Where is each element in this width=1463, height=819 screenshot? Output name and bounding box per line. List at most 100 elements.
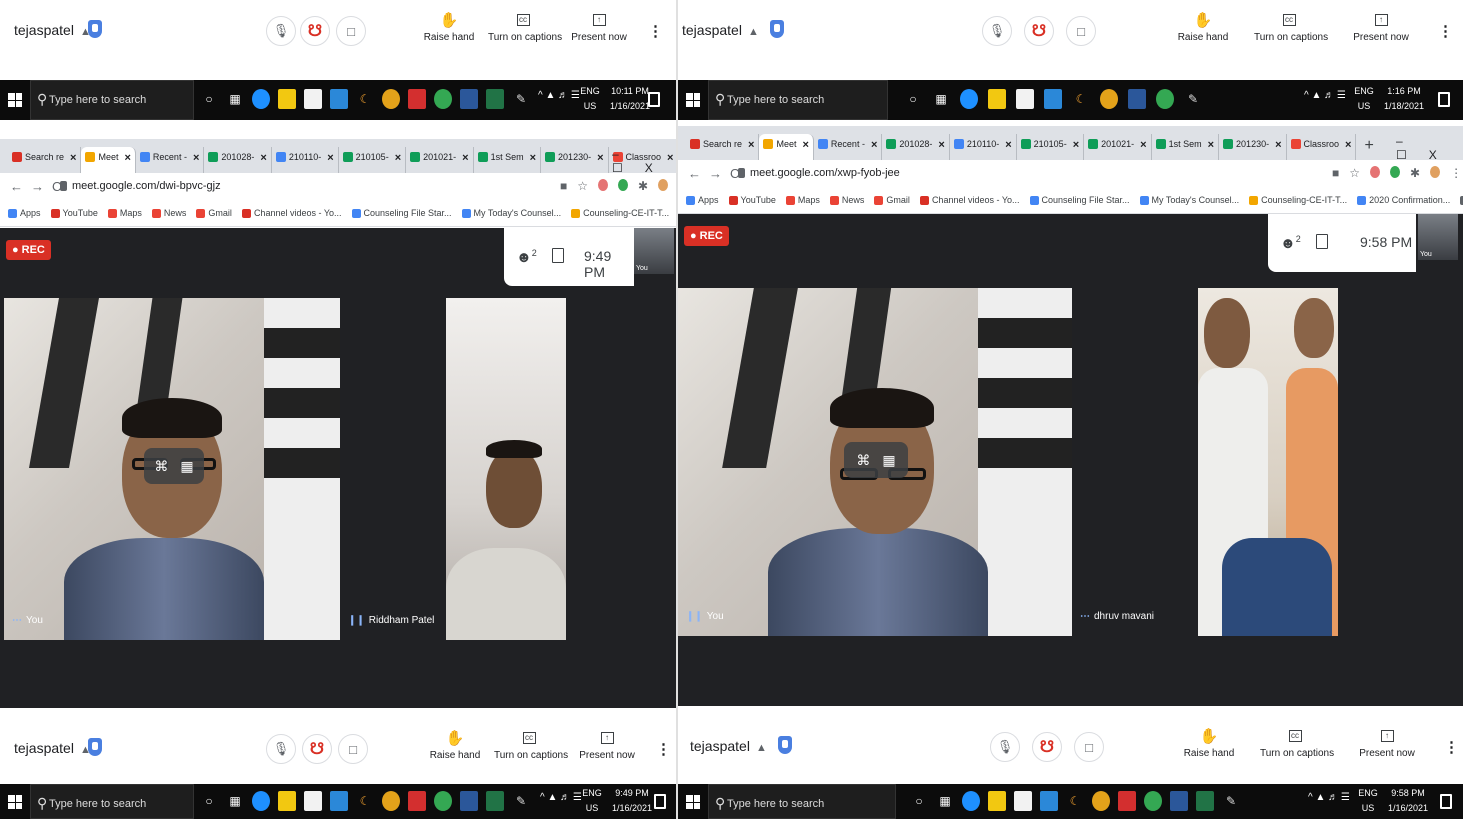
word-icon[interactable] — [460, 89, 478, 109]
tab-1[interactable]: Meet × — [81, 147, 136, 173]
present-button[interactable]: ↑ Present now — [564, 8, 634, 43]
ext-green-icon[interactable] — [618, 179, 629, 191]
hangouts-icon[interactable] — [434, 791, 452, 811]
tab-7[interactable]: 1st Sem × — [474, 147, 542, 173]
bookmark-item[interactable]: Apps — [686, 195, 719, 205]
pin-controls[interactable]: ⌘ ▦ — [844, 442, 908, 478]
grid-icon[interactable]: ▦ — [882, 452, 895, 469]
taskbar-search[interactable]: ⚲ Type here to search — [708, 80, 888, 120]
cortana-icon[interactable]: ○ — [910, 791, 928, 811]
word-icon[interactable] — [1170, 791, 1188, 811]
video-tile-self[interactable]: ⌘ ▦ ⋯ You — [4, 298, 340, 640]
store-icon[interactable] — [304, 791, 322, 811]
more-icon[interactable]: ⋮ — [656, 740, 671, 758]
tab-8[interactable]: 201230- × — [1219, 134, 1287, 160]
close-tab-icon[interactable]: × — [1005, 139, 1011, 160]
tab-6[interactable]: 201021- × — [406, 147, 474, 173]
media-icon[interactable]: ☾ — [1072, 89, 1090, 109]
close-tab-icon[interactable]: × — [1073, 139, 1079, 160]
close-tab-icon[interactable]: × — [530, 152, 536, 173]
store-icon[interactable] — [1014, 791, 1032, 811]
excel-icon[interactable] — [1196, 791, 1214, 811]
shield-icon[interactable] — [770, 20, 784, 38]
tab-3[interactable]: 201028- × — [204, 147, 272, 173]
taskbar-search[interactable]: ⚲ Type here to search — [30, 80, 194, 120]
camera-ext-icon[interactable]: ■ — [560, 179, 567, 193]
camera-ext-icon[interactable]: ■ — [1332, 166, 1339, 180]
chrome-icon[interactable] — [382, 89, 400, 109]
raise-hand-button[interactable]: ✋ Raise hand — [1168, 8, 1238, 43]
end-call-button[interactable]: ☋ — [1024, 16, 1054, 46]
shield-icon[interactable] — [88, 20, 102, 38]
excel-icon[interactable] — [486, 89, 504, 109]
notification-icon[interactable] — [1438, 92, 1450, 107]
pdf-icon[interactable] — [408, 89, 426, 109]
user-menu[interactable]: tejaspatel ▲ — [682, 22, 759, 38]
people-icon[interactable]: ☻2 — [516, 248, 537, 266]
close-tab-icon[interactable]: × — [193, 152, 199, 173]
chat-icon[interactable] — [552, 248, 564, 263]
taskbar-clock[interactable]: ENG US 9:58 PM 1/16/2021 — [1358, 786, 1436, 816]
captions-button[interactable]: cc Turn on captions — [1260, 724, 1334, 759]
chrome-icon[interactable] — [1092, 791, 1110, 811]
file-explorer-icon[interactable] — [278, 89, 296, 109]
store-icon[interactable] — [304, 89, 322, 109]
tab-1[interactable]: Meet × — [759, 134, 814, 160]
raise-hand-button[interactable]: ✋ Raise hand — [1174, 724, 1244, 759]
bookmark-item[interactable]: Channel videos - Yo... — [241, 208, 342, 218]
system-tray[interactable]: ^ ▲ ♬ ☰ — [540, 792, 582, 803]
task-view-icon[interactable]: ▦ — [226, 89, 244, 109]
present-button[interactable]: ↑ Present now — [1346, 8, 1416, 43]
user-menu[interactable]: tejaspatel ▲ — [14, 22, 91, 38]
close-tab-icon[interactable]: × — [1140, 139, 1146, 160]
url-field[interactable]: meet.google.com/xwp-fyob-jee — [750, 167, 900, 179]
bookmark-item[interactable]: Apps — [8, 208, 41, 218]
profile-icon[interactable] — [658, 179, 669, 191]
bookmark-item[interactable]: News — [151, 208, 186, 218]
self-thumbnail[interactable]: You — [1418, 214, 1458, 260]
media-icon[interactable]: ☾ — [1066, 791, 1084, 811]
more-icon[interactable]: ⋮ — [648, 22, 663, 40]
tab-9[interactable]: Classroo × — [1287, 134, 1357, 160]
system-tray[interactable]: ^ ▲ ♬ ☰ — [1304, 90, 1346, 101]
puzzle-icon[interactable]: ✱ — [638, 179, 648, 193]
ext-icon[interactable] — [1370, 166, 1381, 178]
hangouts-icon[interactable] — [1144, 791, 1162, 811]
camera-button[interactable]: □ — [1074, 732, 1104, 762]
star-icon[interactable]: ☆ — [1349, 166, 1360, 180]
task-view-icon[interactable]: ▦ — [936, 791, 954, 811]
cortana-icon[interactable]: ○ — [200, 89, 218, 109]
cortana-icon[interactable]: ○ — [904, 89, 922, 109]
raise-hand-button[interactable]: ✋ Raise hand — [420, 726, 490, 761]
extension-icons[interactable]: ■ ☆ ✱ ⋮ — [1332, 166, 1462, 180]
bookmark-item[interactable]: YouTube — [50, 208, 98, 218]
tab-8[interactable]: 201230- × — [541, 147, 609, 173]
pin-controls[interactable]: ⌘ ▦ — [144, 448, 204, 484]
camera-button[interactable]: □ — [1066, 16, 1096, 46]
url-field[interactable]: meet.google.com/dwi-bpvc-gjz — [72, 180, 221, 192]
mail-icon[interactable] — [330, 791, 348, 811]
taskbar-search[interactable]: ⚲ Type here to search — [708, 784, 896, 819]
more-icon[interactable]: ⋮ — [1444, 738, 1459, 756]
close-tab-icon[interactable]: × — [260, 152, 266, 173]
pen-icon[interactable]: ✎ — [512, 791, 530, 811]
close-tab-icon[interactable]: × — [1208, 139, 1214, 160]
window-controls[interactable]: –☐X — [1396, 134, 1463, 162]
mail-icon[interactable] — [1044, 89, 1062, 109]
more-icon[interactable]: ⋮ — [1438, 22, 1453, 40]
chrome-menu-icon[interactable]: ⋮ — [1450, 166, 1462, 180]
close-tab-icon[interactable]: × — [748, 139, 754, 160]
self-thumbnail[interactable]: You — [634, 228, 674, 274]
windows-icon[interactable] — [686, 795, 700, 809]
bookmark-item[interactable]: News — [829, 195, 864, 205]
pen-icon[interactable]: ✎ — [512, 89, 530, 109]
pin-icon[interactable]: ⌘ — [856, 452, 870, 469]
taskbar-clock[interactable]: ENG US 1:16 PM 1/18/2021 — [1354, 84, 1432, 114]
close-tab-icon[interactable]: × — [1345, 139, 1351, 160]
pdf-icon[interactable] — [1118, 791, 1136, 811]
windows-icon[interactable] — [8, 93, 22, 107]
pdf-icon[interactable] — [408, 791, 426, 811]
bookmark-item[interactable]: Gmail — [874, 195, 910, 205]
pen-icon[interactable]: ✎ — [1222, 791, 1240, 811]
media-icon[interactable]: ☾ — [356, 89, 374, 109]
